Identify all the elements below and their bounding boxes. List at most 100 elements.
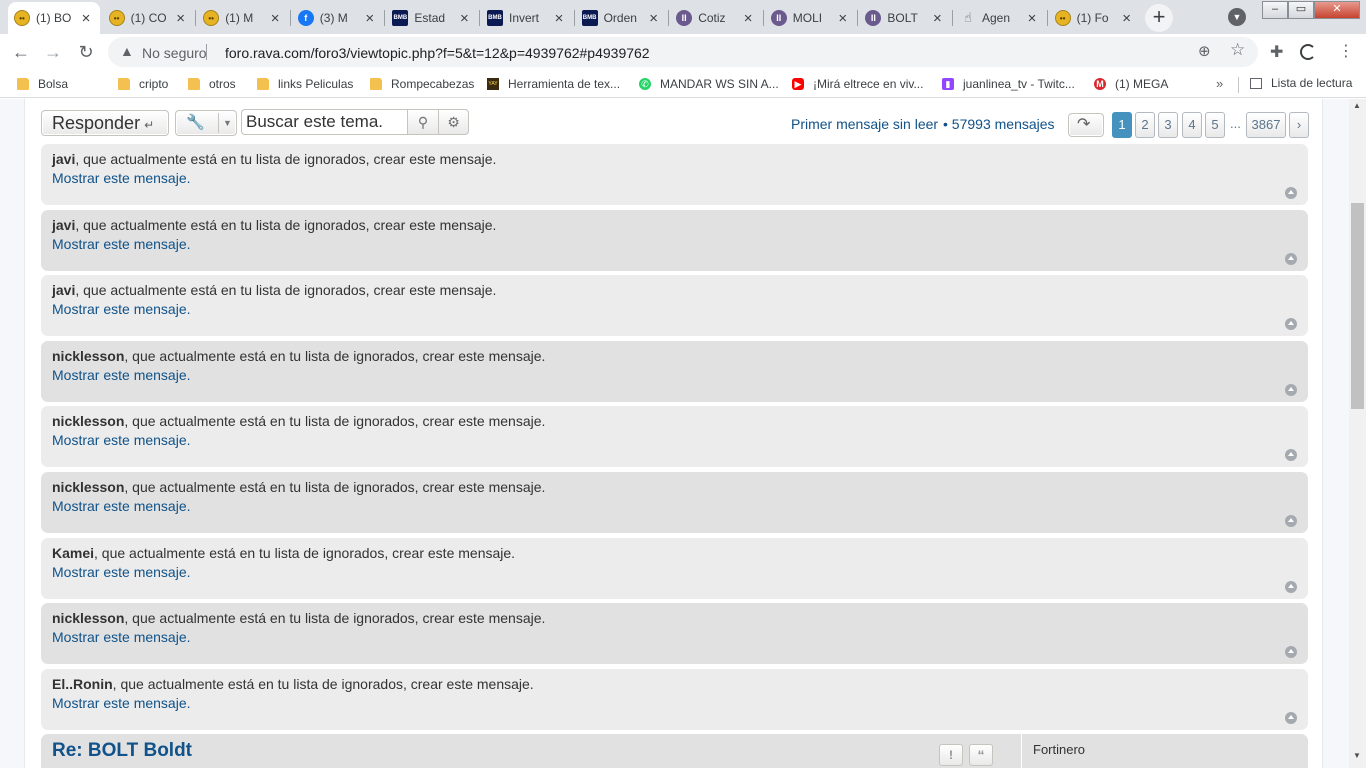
close-window-button[interactable]: ✕: [1314, 1, 1360, 19]
post-title[interactable]: Re: BOLT Boldt: [52, 740, 192, 762]
jump-to-page-button[interactable]: ↷: [1068, 113, 1104, 137]
more-bookmarks-chevron-icon[interactable]: »: [1216, 76, 1223, 91]
browser-tab[interactable]: BMB Estad ×: [386, 2, 478, 34]
browser-tab[interactable]: f (3) M ×: [292, 2, 384, 34]
search-topic-input[interactable]: [241, 109, 407, 135]
back-to-top-icon[interactable]: [1285, 449, 1297, 462]
new-tab-button[interactable]: +: [1145, 4, 1173, 32]
page-link[interactable]: 5: [1205, 112, 1225, 138]
back-to-top-icon[interactable]: [1285, 711, 1297, 724]
bookmark-item[interactable]: ✆ MANDAR WS SIN A...: [639, 76, 779, 92]
close-tab-icon[interactable]: ×: [1119, 10, 1135, 27]
browser-tab[interactable]: •• (1) M ×: [197, 2, 289, 34]
back-to-top-icon[interactable]: [1285, 580, 1297, 593]
close-tab-icon[interactable]: ×: [551, 10, 567, 27]
close-tab-icon[interactable]: ×: [835, 10, 851, 27]
kebab-menu-icon[interactable]: ⋮: [1338, 41, 1354, 61]
bookmark-item[interactable]: Bolsa: [17, 76, 68, 92]
bookmark-item[interactable]: cripto: [118, 76, 168, 92]
close-tab-icon[interactable]: ×: [173, 10, 189, 27]
ignored-username[interactable]: javi: [52, 217, 75, 233]
scroll-down-arrow-icon[interactable]: ▼: [1353, 751, 1361, 760]
ignored-username[interactable]: nicklesson: [52, 610, 124, 626]
bookmark-item[interactable]: otros: [188, 76, 236, 92]
browser-tab[interactable]: •• (1) BO ×: [8, 2, 100, 34]
forward-arrow-icon[interactable]: →: [41, 40, 65, 64]
close-tab-icon[interactable]: ×: [362, 10, 378, 27]
back-to-top-icon[interactable]: [1285, 646, 1297, 659]
close-tab-icon[interactable]: ×: [267, 10, 283, 27]
warning-icon[interactable]: ▲: [120, 43, 134, 59]
scrollbar-thumb[interactable]: [1351, 203, 1364, 409]
show-message-link[interactable]: Mostrar este mensaje.: [52, 170, 191, 186]
minimize-window-button[interactable]: –: [1262, 1, 1288, 19]
show-message-link[interactable]: Mostrar este mensaje.: [52, 695, 191, 711]
close-tab-icon[interactable]: ×: [646, 10, 662, 27]
first-unread-link[interactable]: Primer mensaje sin leer: [791, 116, 938, 132]
ignored-username[interactable]: nicklesson: [52, 413, 124, 429]
ignored-username[interactable]: javi: [52, 282, 75, 298]
show-message-link[interactable]: Mostrar este mensaje.: [52, 236, 191, 252]
browser-tab[interactable]: ☝ Agen ×: [954, 2, 1046, 34]
advanced-search-button[interactable]: ⚙: [438, 109, 469, 135]
ignored-username[interactable]: nicklesson: [52, 348, 124, 364]
browser-tab[interactable]: II MOLI ×: [765, 2, 857, 34]
show-message-link[interactable]: Mostrar este mensaje.: [52, 432, 191, 448]
back-to-top-icon[interactable]: [1285, 318, 1297, 331]
bookmark-item[interactable]: ▮ juanlinea_tv - Twitc...: [942, 76, 1075, 92]
reload-icon[interactable]: ↻: [74, 40, 98, 64]
browser-tab[interactable]: II BOLT ×: [859, 2, 951, 34]
close-tab-icon[interactable]: ×: [1024, 10, 1040, 27]
browser-tab[interactable]: BMB Invert ×: [481, 2, 573, 34]
close-tab-icon[interactable]: ×: [740, 10, 756, 27]
browser-tab[interactable]: II Cotiz ×: [670, 2, 762, 34]
bookmark-item[interactable]: YAY Herramienta de tex...: [487, 76, 620, 92]
ignored-username[interactable]: Kamei: [52, 545, 94, 561]
show-message-link[interactable]: Mostrar este mensaje.: [52, 367, 191, 383]
ignored-username[interactable]: javi: [52, 151, 75, 167]
ignored-username[interactable]: nicklesson: [52, 479, 124, 495]
ignored-username[interactable]: El..Ronin: [52, 676, 113, 692]
show-message-link[interactable]: Mostrar este mensaje.: [52, 301, 191, 317]
bookmark-item[interactable]: links Peliculas: [257, 76, 353, 92]
maximize-window-button[interactable]: ▭: [1288, 1, 1314, 19]
current-page[interactable]: 1: [1112, 112, 1132, 138]
reply-button[interactable]: Responder ↵: [41, 110, 169, 136]
extensions-puzzle-icon[interactable]: ✚: [1270, 42, 1283, 62]
address-bar[interactable]: ▲ No seguro foro.rava.com/foro3/viewtopi…: [108, 37, 1258, 67]
browser-tab[interactable]: BMB Orden ×: [576, 2, 668, 34]
page-scrollbar[interactable]: ▲ ▼: [1349, 99, 1366, 768]
scroll-up-arrow-icon[interactable]: ▲: [1353, 101, 1361, 110]
back-to-top-icon[interactable]: [1285, 252, 1297, 265]
quote-button[interactable]: “: [969, 744, 993, 766]
close-tab-icon[interactable]: ×: [929, 10, 945, 27]
zoom-icon[interactable]: ⊕: [1198, 42, 1211, 60]
tab-search-icon[interactable]: ▼: [1228, 8, 1246, 26]
reading-list-button[interactable]: Lista de lectura: [1271, 76, 1352, 90]
browser-tab[interactable]: •• (1) Fo ×: [1049, 2, 1141, 34]
security-label[interactable]: No seguro: [142, 45, 207, 61]
show-message-link[interactable]: Mostrar este mensaje.: [52, 498, 191, 514]
topic-tools-dropdown[interactable]: 🔧 ▼: [175, 110, 237, 136]
back-to-top-icon[interactable]: [1285, 187, 1297, 199]
report-button[interactable]: !: [939, 744, 963, 766]
url-text[interactable]: foro.rava.com/foro3/viewtopic.php?f=5&t=…: [225, 45, 650, 61]
reading-list-icon[interactable]: [1250, 78, 1262, 89]
search-button[interactable]: ⚲: [407, 109, 439, 135]
back-to-top-icon[interactable]: [1285, 383, 1297, 396]
next-page-chevron-icon[interactable]: ›: [1289, 112, 1309, 138]
back-arrow-icon[interactable]: ←: [9, 40, 33, 64]
show-message-link[interactable]: Mostrar este mensaje.: [52, 564, 191, 580]
back-to-top-icon[interactable]: [1285, 515, 1297, 527]
bookmark-star-icon[interactable]: ☆: [1230, 40, 1245, 60]
profile-icon[interactable]: [1300, 44, 1316, 60]
show-message-link[interactable]: Mostrar este mensaje.: [52, 629, 191, 645]
page-link-last[interactable]: 3867: [1246, 112, 1286, 138]
page-link[interactable]: 3: [1158, 112, 1178, 138]
close-tab-icon[interactable]: ×: [78, 10, 94, 27]
page-link[interactable]: 4: [1182, 112, 1202, 138]
page-link[interactable]: 2: [1135, 112, 1155, 138]
bookmark-item[interactable]: ▶ ¡Mirá eltrece en viv...: [792, 76, 923, 92]
post-author[interactable]: Fortinero: [1033, 742, 1085, 757]
browser-tab[interactable]: •• (1) CO ×: [103, 2, 195, 34]
